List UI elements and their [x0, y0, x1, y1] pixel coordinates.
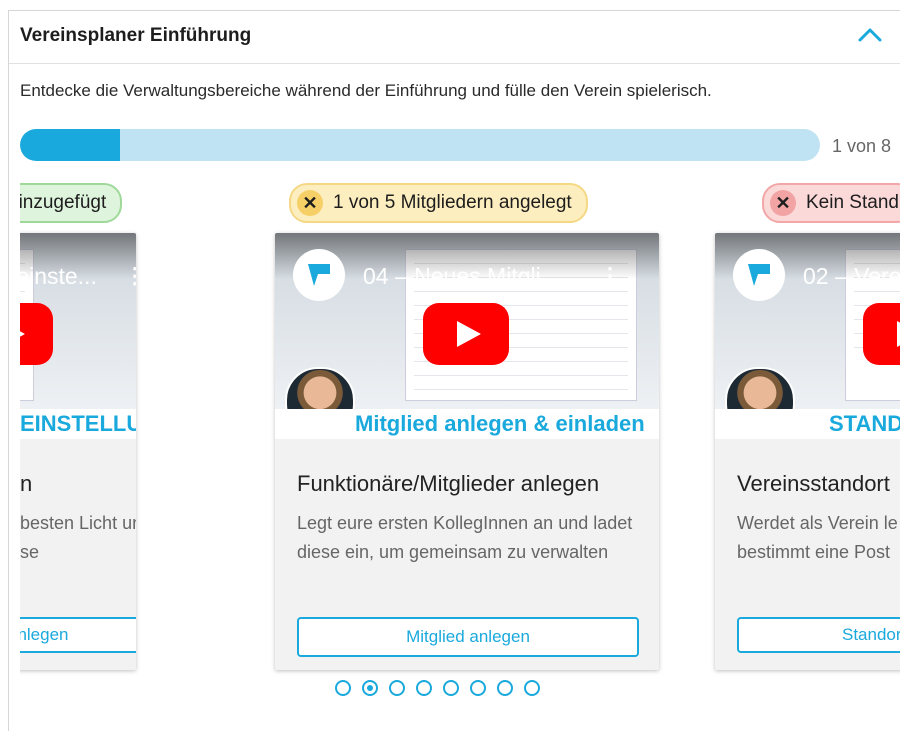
status-badge-label: 1 von 5 Mitgliedern angelegt	[333, 192, 572, 213]
card-description: Legt eure ersten KollegInnen an und lade…	[297, 513, 633, 562]
header-divider	[9, 63, 900, 64]
youtube-play-icon[interactable]	[863, 303, 900, 365]
close-icon: ✕	[770, 190, 796, 216]
vereinsplaner-logo-icon	[733, 249, 785, 301]
progress-fill	[20, 129, 120, 161]
task-card: 04 – Neues Mitgli... ⋮ Mitglied anlegen …	[275, 233, 659, 670]
video-thumbnail[interactable]: 04 – Neues Mitgli... ⋮ Mitglied anlegen …	[275, 233, 659, 439]
status-badge-label: hinzugefügt	[20, 192, 107, 213]
slide-location: ✕ Kein Stand 02 – Vere STANDO Vereinssta…	[706, 179, 900, 679]
onboarding-panel: Vereinsplaner Einführung Entdecke die Ve…	[8, 10, 900, 731]
slide-settings: hinzugefügt nseinste... ⋮ EINSTELLUNGEN …	[20, 179, 152, 679]
close-icon: ✕	[297, 190, 323, 216]
pagination-dot[interactable]	[497, 680, 513, 696]
slide-members: ✕ 1 von 5 Mitgliedern angelegt 04 – Neue…	[267, 179, 667, 679]
task-card: nseinste... ⋮ EINSTELLUNGEN n besten Lic…	[20, 233, 136, 670]
card-action-button[interactable]: Standort	[737, 617, 900, 653]
card-title: Vereinsstandort	[737, 471, 890, 496]
status-badge-done: hinzugefügt	[20, 183, 123, 223]
intro-text: Entdecke die Verwaltungsbereiche während…	[20, 81, 712, 100]
vereinsplaner-logo-icon	[293, 249, 345, 301]
pagination-dot[interactable]	[335, 680, 351, 696]
pagination-dot[interactable]	[389, 680, 405, 696]
task-carousel[interactable]: hinzugefügt nseinste... ⋮ EINSTELLUNGEN …	[20, 179, 900, 699]
youtube-play-icon[interactable]	[20, 303, 53, 365]
chevron-up-icon[interactable]	[857, 25, 883, 45]
pagination-dot[interactable]	[443, 680, 459, 696]
pagination-dot[interactable]	[470, 680, 486, 696]
youtube-play-icon[interactable]	[423, 303, 509, 365]
video-thumbnail[interactable]: 02 – Vere STANDO	[715, 233, 900, 439]
status-badge-label: Kein Stand	[806, 192, 899, 213]
more-vertical-icon[interactable]: ⋮	[124, 263, 136, 289]
progress-bar	[20, 129, 820, 161]
video-title: 04 – Neues Mitgli...	[363, 263, 560, 289]
panel-title: Vereinsplaner Einführung	[20, 25, 252, 46]
video-title: nseinste...	[20, 263, 97, 289]
card-action-button[interactable]: Mitglied anlegen	[297, 617, 639, 657]
pagination-dot[interactable]	[416, 680, 432, 696]
video-band-text: STANDO	[715, 409, 900, 439]
pagination-dot[interactable]	[524, 680, 540, 696]
task-card: 02 – Vere STANDO Vereinsstandort Werdet …	[715, 233, 900, 670]
video-band-text: Mitglied anlegen & einladen	[275, 409, 659, 439]
video-title: 02 – Vere	[803, 263, 900, 289]
card-title: n	[20, 471, 33, 496]
progress-label: 1 von 8	[832, 136, 892, 156]
card-description: Werdet als Verein le bestimmt eine Post	[737, 513, 898, 562]
card-title: Funktionäre/Mitglieder anlegen	[297, 471, 600, 496]
more-vertical-icon[interactable]: ⋮	[599, 263, 621, 289]
card-action-button[interactable]: anlegen	[20, 617, 136, 653]
video-band-text: EINSTELLUNGEN	[20, 409, 136, 439]
status-badge-missing: ✕ Kein Stand	[762, 183, 900, 223]
card-description: besten Licht und se	[20, 513, 136, 562]
video-thumbnail[interactable]: nseinste... ⋮ EINSTELLUNGEN	[20, 233, 136, 439]
pagination-dot[interactable]	[362, 680, 378, 696]
carousel-pagination[interactable]	[335, 680, 540, 696]
status-badge-pending: ✕ 1 von 5 Mitgliedern angelegt	[289, 183, 588, 223]
